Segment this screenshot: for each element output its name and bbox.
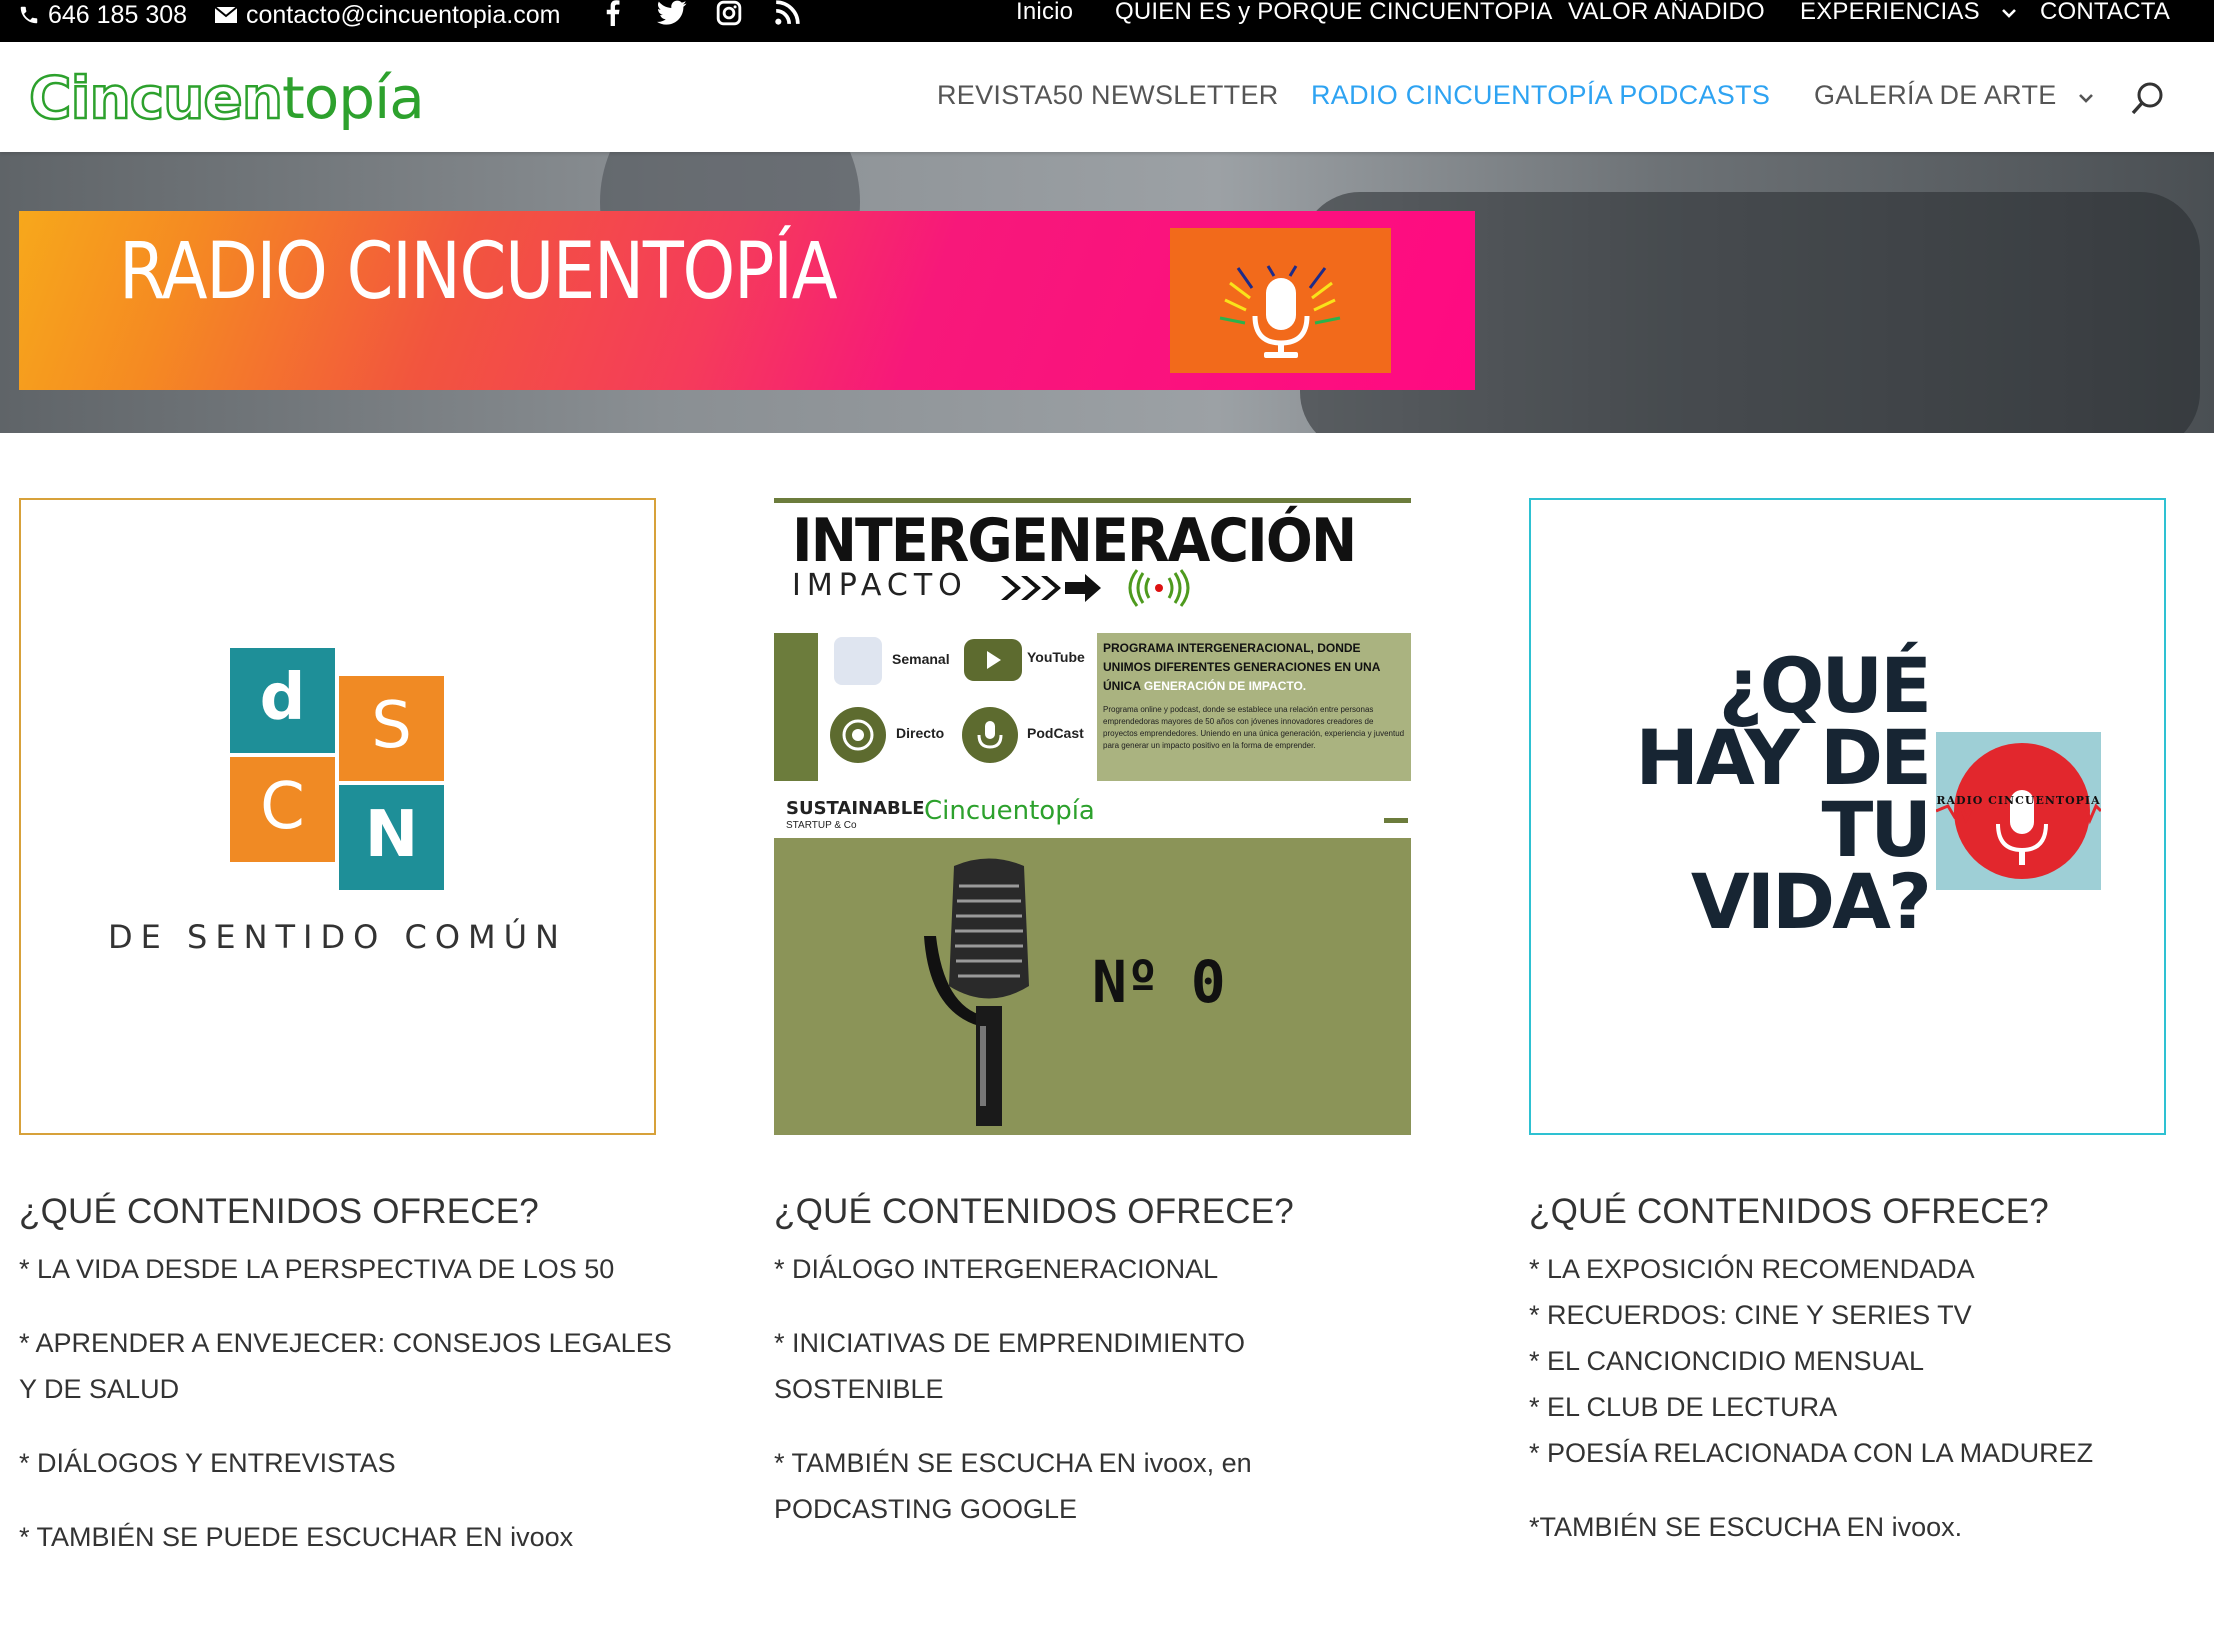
topnav-experiencias[interactable]: EXPERIENCIAS: [1800, 0, 2017, 28]
quehay-title: ¿QUÉ HAY DE TU VIDA?: [1629, 641, 1932, 946]
calendar-icon: [834, 637, 882, 685]
list-item: * RECUERDOS: CINE Y SERIES TV: [1529, 1300, 1972, 1330]
column-heading: ¿QUÉ CONTENIDOS OFRECE?: [19, 1192, 539, 1231]
episode-number: Nº 0: [1092, 948, 1226, 1016]
nav-radio-podcasts[interactable]: RADIO CINCUENTOPÍA PODCASTS: [1311, 80, 1770, 111]
intergen-episode-panel: Nº 0: [774, 838, 1411, 1135]
nav-galeria-label: GALERÍA DE ARTE: [1814, 80, 2057, 110]
microphone-icon: [1219, 265, 1341, 358]
quehay-line-3: TU: [1821, 785, 1932, 874]
site-logo[interactable]: Cincuentopía: [28, 63, 425, 134]
nav-galeria-de-arte[interactable]: GALERÍA DE ARTE: [1814, 80, 2094, 111]
main-header: Cincuentopía REVISTA50 NEWSLETTER RADIO …: [0, 42, 2214, 152]
intergen-dash: [1384, 818, 1408, 823]
program-title-b: GENERACIÓN DE IMPACTO.: [1143, 679, 1307, 693]
list-item: * INICIATIVAS DE EMPRENDIMIENTO SOSTENIB…: [774, 1328, 1246, 1404]
topnav-valor-anadido[interactable]: VALOR AÑADIDO: [1568, 0, 1765, 28]
hero-section: RADIO CINCUENTOPÍA: [0, 152, 2214, 433]
dsc-tile-n: N: [339, 785, 444, 890]
chevron-down-icon: [2079, 94, 2094, 103]
topnav-contacta[interactable]: CONTACTA: [2040, 0, 2170, 28]
envelope-icon: [214, 6, 238, 23]
intergen-brand: Cincuentopía: [924, 796, 1095, 826]
intergen-item-podcast: PodCast: [1027, 725, 1084, 741]
dsc-tile-s: S: [339, 676, 444, 781]
content-column-3: ¿QUÉ CONTENIDOS OFRECE? * LA EXPOSICIÓN …: [1529, 1190, 2209, 1550]
intergen-top-rule: [774, 498, 1411, 503]
logo-part-outline: Cincuen: [28, 63, 285, 134]
phone-link[interactable]: 646 185 308: [18, 0, 187, 30]
list-item: * TAMBIÉN SE PUEDE ESCUCHAR EN ivoox: [19, 1522, 574, 1552]
arrows-icon: [1001, 569, 1190, 607]
list-item: * APRENDER A ENVEJECER: CONSEJOS LEGALES…: [19, 1328, 672, 1404]
facebook-icon[interactable]: [604, 0, 622, 28]
live-icon: [830, 707, 886, 763]
intergen-title: INTERGENERACIÓN: [792, 506, 1357, 576]
topnav-inicio[interactable]: Inicio: [1016, 0, 1073, 28]
badge-text: RADIO CINCUENTOPIA: [1936, 794, 2101, 807]
intergen-info-band: Semanal YouTube Directo PodCast PROGRAMA…: [774, 633, 1411, 781]
dsc-tile-c: C: [230, 757, 335, 862]
list-item: * TAMBIÉN SE ESCUCHA EN ivoox, en PODCAS…: [774, 1448, 1252, 1524]
logo-part-solid: topía: [282, 64, 425, 132]
intergen-item-directo: Directo: [896, 725, 945, 741]
microphone-badge: [1170, 228, 1391, 373]
phone-icon: [20, 6, 38, 24]
content-column-1: ¿QUÉ CONTENIDOS OFRECE? * LA VIDA DESDE …: [19, 1190, 699, 1588]
intergen-subtitle: IMPACTO: [792, 568, 968, 603]
rss-icon[interactable]: [773, 0, 801, 28]
dsc-tile-d: d: [230, 648, 335, 753]
email-link[interactable]: contacto@cincuentopia.com: [214, 0, 560, 30]
instagram-icon[interactable]: [715, 0, 743, 28]
quehay-line-4: VIDA?: [1690, 857, 1932, 946]
podcast-card-intergeneracion[interactable]: INTERGENERACIÓN IMPACTO Semanal YouTube …: [774, 498, 1411, 1135]
red-microphone-icon: [1936, 743, 2101, 879]
radio-cincuentopia-badge: RADIO CINCUENTOPIA: [1936, 732, 2101, 890]
list-item: * LA EXPOSICIÓN RECOMENDADA: [1529, 1254, 1975, 1284]
list-item: * DIÁLOGO INTERGENERACIONAL: [774, 1254, 1219, 1284]
sustainable-sub: STARTUP & Co: [786, 820, 857, 831]
list-item: * EL CANCIONCIDIO MENSUAL: [1529, 1346, 1925, 1376]
intergen-left-bar: [774, 633, 818, 781]
intergen-program-title: PROGRAMA INTERGENERACIONAL, DONDE UNIMOS…: [1103, 639, 1405, 696]
phone-number: 646 185 308: [48, 1, 188, 29]
list-item: * EL CLUB DE LECTURA: [1529, 1392, 1838, 1422]
podcast-card-que-hay-de-tu-vida[interactable]: ¿QUÉ HAY DE TU VIDA? RADIO CINCUENTOPIA: [1529, 498, 2166, 1135]
radio-banner: RADIO CINCUENTOPÍA: [19, 211, 1475, 390]
top-bar: 646 185 308 contacto@cincuentopia.com In…: [0, 0, 2214, 42]
dsc-caption: DE SENTIDO COMÚN: [108, 918, 567, 956]
quehay-line-2: HAY DE: [1635, 713, 1932, 802]
podcast-icon: [962, 707, 1018, 763]
column-heading: ¿QUÉ CONTENIDOS OFRECE?: [774, 1192, 1294, 1231]
list-item: * POESÍA RELACIONADA CON LA MADUREZ: [1529, 1438, 2094, 1468]
twitter-icon[interactable]: [657, 0, 687, 28]
list-item: * LA VIDA DESDE LA PERSPECTIVA DE LOS 50: [19, 1254, 615, 1284]
podcast-card-de-sentido-comun[interactable]: d S C N DE SENTIDO COMÚN: [19, 498, 656, 1135]
intergen-program-body: Programa online y podcast, donde se esta…: [1103, 705, 1405, 750]
chevron-down-icon: [2001, 9, 2016, 18]
email-address: contacto@cincuentopia.com: [246, 1, 561, 29]
list-item: *TAMBIÉN SE ESCUCHA EN ivoox.: [1529, 1512, 1963, 1542]
list-item: * DIÁLOGOS Y ENTREVISTAS: [19, 1448, 396, 1478]
vintage-microphone-icon: [924, 858, 1029, 1126]
nav-revista50[interactable]: REVISTA50 NEWSLETTER: [937, 80, 1279, 111]
sustainable-logo: SUSTAINABLE: [786, 798, 925, 819]
topnav-experiencias-label: EXPERIENCIAS: [1800, 0, 1980, 25]
content-column-2: ¿QUÉ CONTENIDOS OFRECE? * DIÁLOGO INTERG…: [774, 1190, 1454, 1560]
search-icon[interactable]: [2130, 80, 2166, 121]
youtube-icon: [964, 639, 1022, 681]
quehay-line-1: ¿QUÉ: [1718, 641, 1932, 730]
intergen-item-youtube: YouTube: [1027, 649, 1085, 665]
intergen-item-semanal: Semanal: [892, 651, 950, 667]
topnav-quien-es[interactable]: QUIEN ES y PORQUE CINCUENTOPIA: [1115, 0, 1553, 28]
column-heading: ¿QUÉ CONTENIDOS OFRECE?: [1529, 1192, 2049, 1231]
banner-title: RADIO CINCUENTOPÍA: [119, 227, 838, 317]
intergen-program-box: PROGRAMA INTERGENERACIONAL, DONDE UNIMOS…: [1097, 633, 1411, 781]
